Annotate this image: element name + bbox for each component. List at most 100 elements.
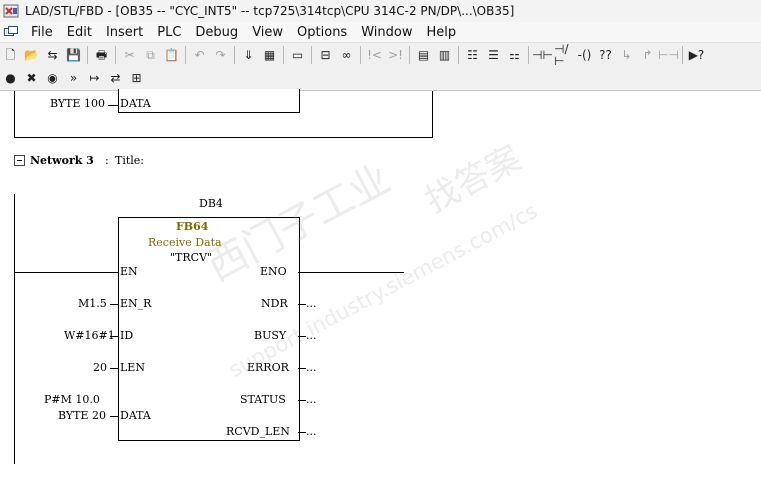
- accessible-nodes-icon[interactable]: ⇆: [43, 45, 62, 65]
- branch-open-icon[interactable]: ↳: [617, 45, 636, 65]
- len-actual[interactable]: 20: [93, 361, 107, 374]
- data-wire: [110, 416, 118, 417]
- print-icon[interactable]: 🖶: [92, 45, 111, 65]
- id-actual[interactable]: W#16#1: [64, 329, 115, 342]
- rcvd-len-wire: [298, 432, 306, 433]
- clear-breakpoints-icon[interactable]: ✖: [22, 68, 41, 88]
- program-editor[interactable]: BYTE 100 DATA Network 3 : Title: DB4 FB6…: [0, 89, 761, 486]
- menu-window[interactable]: Window: [354, 25, 419, 40]
- standard-toolbar: 🗋 📂 ⇆ 💾 🖶 ✂ ⧉ 📋 ↶ ↷ ⇓ ▦ ▭ ⊟ ∞ !< >! ▤ ▥ ☷ ☰ ⚏ ⊣⊢ ⊣/⊢ -()?? ↳ ↱ ⊢⊣ ▶?: [0, 42, 761, 67]
- glasses-icon[interactable]: ∞: [337, 45, 356, 65]
- connection-icon[interactable]: ⊢⊣: [658, 45, 679, 65]
- eno-wire: [298, 272, 404, 273]
- network3-colon: :: [105, 154, 109, 167]
- bookmark-icon[interactable]: >!: [386, 45, 405, 65]
- menu-view[interactable]: View: [245, 25, 290, 40]
- pin-status: STATUS: [240, 393, 286, 406]
- toolbar-separator: [528, 46, 529, 64]
- ndr-actual[interactable]: ...: [306, 297, 317, 310]
- len-wire: [110, 368, 118, 369]
- download-icon[interactable]: ⇓: [239, 45, 258, 65]
- toolbar-separator: [87, 46, 88, 64]
- coil-icon[interactable]: -(): [575, 45, 594, 65]
- nop-icon[interactable]: !<: [365, 45, 384, 65]
- toolbar-separator: [458, 46, 459, 64]
- stl-icon[interactable]: ☰: [484, 45, 503, 65]
- network-icon[interactable]: ⊟: [316, 45, 335, 65]
- pin-eno: ENO: [260, 265, 287, 278]
- ndr-wire: [298, 304, 306, 305]
- status-actual[interactable]: ...: [306, 393, 317, 406]
- toolbar-separator: [185, 46, 186, 64]
- menu-bar: File Edit Insert PLC Debug View Options …: [0, 22, 761, 42]
- fbd-icon[interactable]: ⚏: [505, 45, 524, 65]
- open-icon[interactable]: 📂: [22, 45, 41, 65]
- breakpoints-active-icon[interactable]: ◉: [43, 68, 62, 88]
- menu-plc[interactable]: PLC: [150, 25, 188, 40]
- view-block-icon[interactable]: ▤: [414, 45, 433, 65]
- toolbar-separator: [115, 46, 116, 64]
- resume-icon[interactable]: »: [64, 68, 83, 88]
- network2-data-actual[interactable]: BYTE 100: [50, 97, 105, 110]
- network2-right-border: [432, 91, 433, 138]
- block-name: FB64: [176, 220, 209, 233]
- execute-call-icon[interactable]: ⇄: [106, 68, 125, 88]
- pin-en: EN: [120, 265, 138, 278]
- undo-icon[interactable]: ↶: [190, 45, 209, 65]
- data-actual-line2[interactable]: BYTE 20: [58, 409, 106, 422]
- error-wire: [298, 368, 306, 369]
- debug-toolbar: ● ✖ ◉» ↦ ⇄ ⊞: [0, 66, 162, 90]
- toolbar-separator: [311, 46, 312, 64]
- watermark-cn2: 找答案: [418, 138, 528, 222]
- redo-icon[interactable]: ↷: [211, 45, 230, 65]
- monitor-icon[interactable]: ▦: [260, 45, 279, 65]
- branch-close-icon[interactable]: ↱: [638, 45, 657, 65]
- cut-icon[interactable]: ✂: [120, 45, 139, 65]
- id-wire: [110, 336, 118, 337]
- breakpoint-icon[interactable]: ●: [1, 68, 20, 88]
- box-icon[interactable]: ??: [596, 45, 615, 65]
- network3-collapse-toggle[interactable]: [14, 155, 25, 166]
- pin-en-r: EN_R: [120, 297, 152, 310]
- registers-icon[interactable]: ⊞: [127, 68, 146, 88]
- copy-icon[interactable]: ⧉: [141, 45, 160, 65]
- nc-contact-icon[interactable]: ⊣/⊢: [554, 43, 573, 67]
- menu-help[interactable]: Help: [419, 25, 463, 40]
- no-contact-icon[interactable]: ⊣⊢: [532, 45, 553, 65]
- menu-debug[interactable]: Debug: [188, 25, 245, 40]
- overview-icon[interactable]: ▭: [288, 45, 307, 65]
- lad-icon[interactable]: ☷: [463, 45, 482, 65]
- lad-stl-fbd-app-icon[interactable]: [3, 3, 19, 19]
- menu-options[interactable]: Options: [290, 25, 354, 40]
- next-statement-icon[interactable]: ↦: [85, 68, 104, 88]
- toolbar-separator: [409, 46, 410, 64]
- pin-busy: BUSY: [254, 329, 287, 342]
- pin-data: DATA: [120, 409, 151, 422]
- document-window-icon[interactable]: [4, 26, 18, 38]
- save-icon[interactable]: 💾: [64, 45, 83, 65]
- error-actual[interactable]: ...: [306, 361, 317, 374]
- data-actual-line1[interactable]: P#M 10.0: [44, 393, 100, 406]
- menu-edit[interactable]: Edit: [60, 25, 99, 40]
- busy-actual[interactable]: ...: [306, 329, 317, 342]
- rcvd-len-actual[interactable]: ...: [306, 425, 317, 438]
- new-icon[interactable]: 🗋: [1, 45, 20, 65]
- paste-icon[interactable]: 📋: [162, 45, 181, 65]
- instance-db-label[interactable]: DB4: [199, 197, 223, 210]
- view-detail-icon[interactable]: ▥: [435, 45, 454, 65]
- help-icon[interactable]: ▶?: [687, 45, 706, 65]
- title-bar: LAD/STL/FBD - [OB35 -- "CYC_INT5" -- tcp…: [0, 0, 761, 23]
- network3-label[interactable]: Network 3: [30, 154, 94, 167]
- menu-insert[interactable]: Insert: [99, 25, 150, 40]
- network3-title[interactable]: Title:: [115, 154, 144, 167]
- menu-file[interactable]: File: [24, 25, 60, 40]
- busy-wire: [298, 336, 306, 337]
- network2-power-rail: [14, 91, 15, 138]
- toolbar-separator: [682, 46, 683, 64]
- en-r-wire: [110, 304, 118, 305]
- network2-data-wire: [108, 105, 118, 106]
- block-symbol: "TRCV": [170, 251, 213, 264]
- toolbar-separator: [283, 46, 284, 64]
- en-r-actual[interactable]: M1.5: [78, 297, 107, 310]
- pin-id: ID: [120, 329, 134, 342]
